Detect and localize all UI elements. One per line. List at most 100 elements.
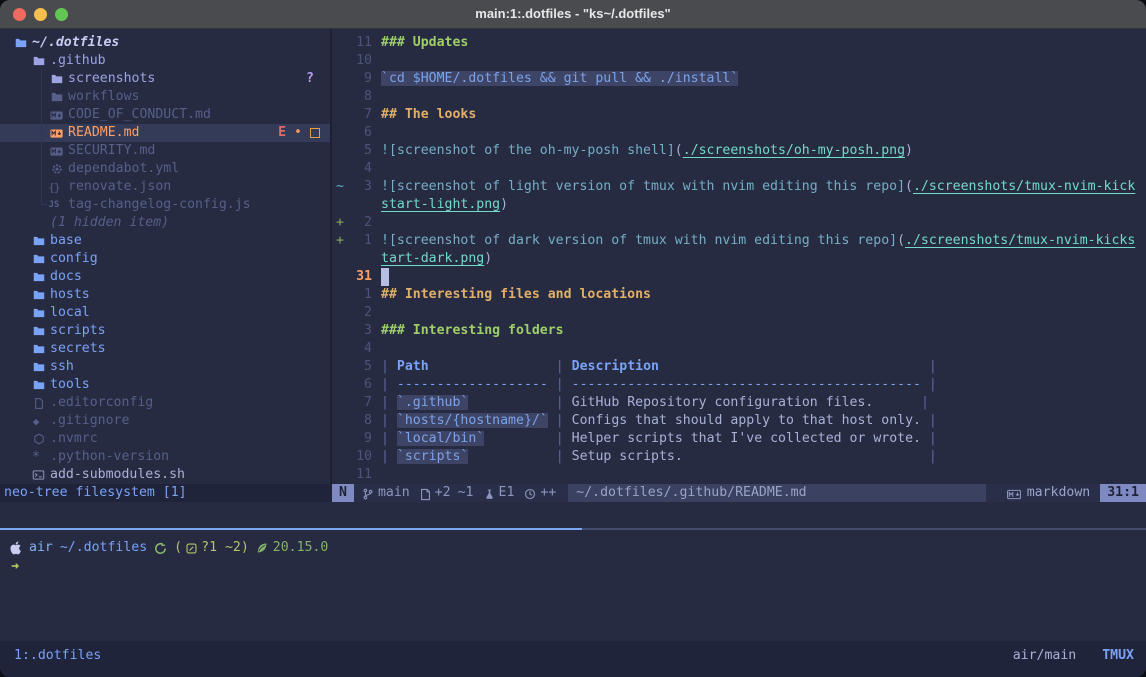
tmux-window-label[interactable]: 1:.dotfiles	[14, 647, 101, 665]
folder-icon	[32, 361, 45, 373]
editor-line[interactable]: 2	[332, 304, 1146, 322]
tree-item-renovate-json[interactable]: {}renovate.json	[0, 178, 330, 196]
editor-line[interactable]: start-light.png)	[332, 196, 1146, 214]
minimize-button[interactable]	[34, 8, 47, 21]
editor-line[interactable]: 9| `local/bin` | Helper scripts that I'v…	[332, 430, 1146, 448]
tree-item-local[interactable]: local	[0, 304, 330, 322]
tree-item-dotfiles[interactable]: ~/.dotfiles	[0, 34, 330, 52]
editor-line[interactable]: 6	[332, 124, 1146, 142]
tree-item-label: tools	[50, 376, 90, 394]
line-number: 9	[348, 70, 372, 88]
term-file-icon	[32, 469, 45, 481]
zoom-button[interactable]	[55, 8, 68, 21]
editor-line[interactable]: 6| ------------------- | ---------------…	[332, 376, 1146, 394]
flask-icon	[484, 488, 495, 501]
tree-item-tag-changelog-config-js[interactable]: JStag-changelog-config.js	[0, 196, 330, 214]
shell-pane[interactable]: air ~/.dotfiles ( ?1 ~2) 20.15.0	[0, 530, 1146, 641]
tree-item-gitignore[interactable]: ◆.gitignore	[0, 412, 330, 430]
tree-item-dependabot-yml[interactable]: dependabot.yml	[0, 160, 330, 178]
line-number	[348, 250, 372, 268]
tree-item-base[interactable]: base	[0, 232, 330, 250]
line-content: | `local/bin` | Helper scripts that I've…	[381, 430, 937, 448]
line-number: 3	[348, 322, 372, 340]
prompt-input-line[interactable]	[10, 557, 1146, 575]
tree-item-github[interactable]: .github	[0, 52, 330, 70]
tree-item-1-hidden-item[interactable]: (1 hidden item)	[0, 214, 330, 232]
editor-line[interactable]: tart-dark.png)	[332, 250, 1146, 268]
tree-item-label: secrets	[50, 340, 106, 358]
terminal-window: main:1:.dotfiles - "ks~/.dotfiles" ~/.do…	[0, 0, 1146, 677]
editor-line[interactable]: 7## The looks	[332, 106, 1146, 124]
tree-item-editorconfig[interactable]: .editorconfig	[0, 394, 330, 412]
tree-item-hosts[interactable]: hosts	[0, 286, 330, 304]
editor-line[interactable]: 5| Path | Description |	[332, 358, 1146, 376]
editor-line[interactable]: 9`cd $HOME/.dotfiles && git pull && ./in…	[332, 70, 1146, 88]
editor-line[interactable]: 8| `hosts/{hostname}/` | Configs that sh…	[332, 412, 1146, 430]
gutter-sign	[332, 52, 348, 70]
tree-item-scripts[interactable]: scripts	[0, 322, 330, 340]
extra-flags: ++	[540, 484, 556, 502]
tree-item-label: README.md	[68, 124, 139, 142]
tree-guide-line	[41, 70, 42, 88]
tree-item-workflows[interactable]: workflows	[0, 88, 330, 106]
line-number: 10	[348, 448, 372, 466]
tree-item-config[interactable]: config	[0, 250, 330, 268]
line-number: 6	[348, 376, 372, 394]
diagnostic-error-badge: E	[278, 124, 286, 142]
close-button[interactable]	[13, 8, 26, 21]
editor-line[interactable]: 1## Interesting files and locations	[332, 286, 1146, 304]
editor-line[interactable]: 4	[332, 160, 1146, 178]
gutter-sign	[332, 70, 348, 88]
editor-line[interactable]: ~3![screenshot of light version of tmux …	[332, 178, 1146, 196]
gutter-sign: ~	[332, 178, 348, 196]
tree-item-nvmrc[interactable]: .nvmrc	[0, 430, 330, 448]
gutter-sign	[332, 268, 348, 286]
folder-icon	[50, 73, 63, 85]
tree-item-ssh[interactable]: ssh	[0, 358, 330, 376]
editor-lines: 11### Updates 10 9`cd $HOME/.dotfiles &&…	[332, 34, 1146, 484]
editor-line[interactable]: 10| `scripts` | Setup scripts. |	[332, 448, 1146, 466]
editor-line[interactable]: +2	[332, 214, 1146, 232]
editor-line[interactable]: +1![screenshot of dark version of tmux w…	[332, 232, 1146, 250]
tree-item-security-md[interactable]: SECURITY.md	[0, 142, 330, 160]
tree-item-code-of-conduct-md[interactable]: CODE_OF_CONDUCT.md	[0, 106, 330, 124]
tree-item-label: tag-changelog-config.js	[68, 196, 251, 214]
editor-panel[interactable]: 11### Updates 10 9`cd $HOME/.dotfiles &&…	[332, 29, 1146, 484]
line-content: ### Interesting folders	[381, 322, 564, 340]
editor-line[interactable]: 31	[332, 268, 1146, 286]
gear-file-icon	[50, 163, 63, 175]
folder-icon	[32, 253, 45, 265]
tree-item-python-version[interactable]: *.python-version	[0, 448, 330, 466]
editor-line[interactable]: 4	[332, 340, 1146, 358]
editor-line[interactable]: 10	[332, 52, 1146, 70]
tree-item-screenshots[interactable]: screenshots?	[0, 70, 330, 88]
prompt-host: air	[29, 539, 53, 557]
line-number: 8	[348, 412, 372, 430]
editor-line[interactable]: 11	[332, 466, 1146, 484]
tree-item-add-submodules-sh[interactable]: add-submodules.sh	[0, 466, 330, 484]
line-number: 4	[348, 340, 372, 358]
gutter-sign	[332, 394, 348, 412]
line-content: ![screenshot of dark version of tmux wit…	[381, 232, 1135, 250]
tree-item-readme-md[interactable]: README.mdE•	[0, 124, 330, 142]
editor-line[interactable]: 8	[332, 88, 1146, 106]
folder-icon	[32, 271, 45, 283]
gutter-sign	[332, 358, 348, 376]
line-number: 31	[348, 268, 372, 286]
editor-line[interactable]: 3 ### Interesting folders	[332, 322, 1146, 340]
tree-item-tools[interactable]: tools	[0, 376, 330, 394]
gutter-sign	[332, 160, 348, 178]
neo-tree-panel: ~/.dotfiles.githubscreenshots?workflowsC…	[0, 29, 332, 484]
line-number: 4	[348, 160, 372, 178]
tree-item-docs[interactable]: docs	[0, 268, 330, 286]
gutter-sign: +	[332, 232, 348, 250]
tree-item-status-markers: ?	[306, 70, 330, 88]
tree-item-secrets[interactable]: secrets	[0, 340, 330, 358]
gutter-sign	[332, 142, 348, 160]
editor-line[interactable]: 5![screenshot of the oh-my-posh shell](.…	[332, 142, 1146, 160]
editor-line[interactable]: 11### Updates	[332, 34, 1146, 52]
tree-item-label: base	[50, 232, 82, 250]
prompt-git-status: ( ?1 ~2)	[174, 539, 249, 557]
tree-item-label: hosts	[50, 286, 90, 304]
editor-line[interactable]: 7| `.github` | GitHub Repository configu…	[332, 394, 1146, 412]
